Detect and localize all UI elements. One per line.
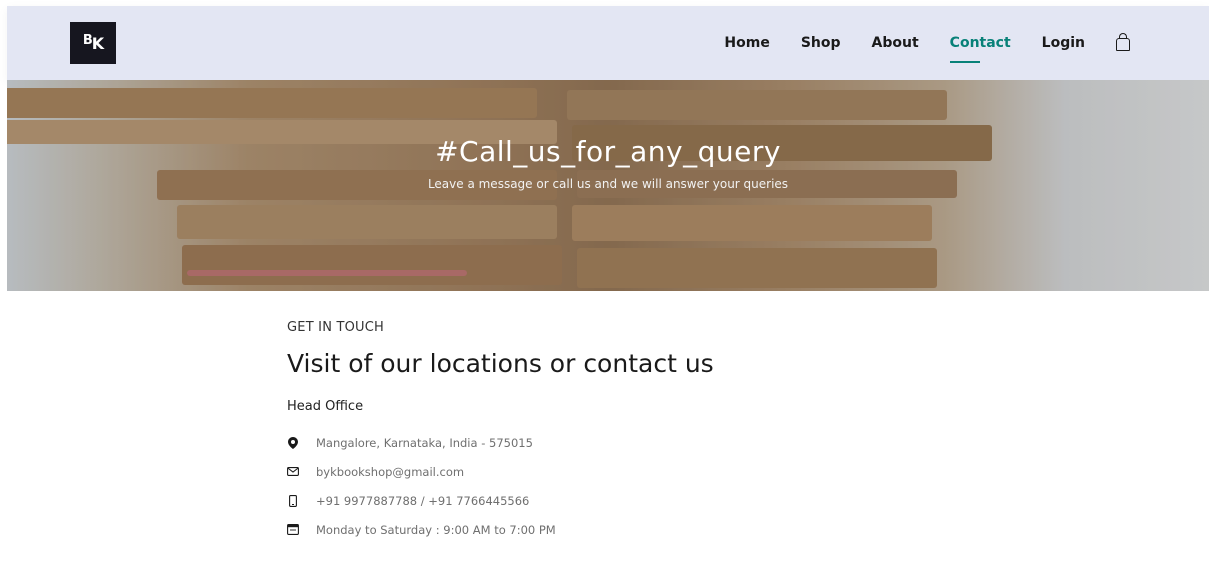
nav-contact[interactable]: Contact bbox=[949, 31, 1011, 63]
nav-home[interactable]: Home bbox=[724, 31, 769, 55]
contact-email: bykbookshop@gmail.com bbox=[287, 457, 714, 486]
shopping-bag-icon[interactable] bbox=[1116, 33, 1130, 51]
logo-letter-k: K bbox=[91, 33, 104, 53]
nav-login[interactable]: Login bbox=[1042, 31, 1085, 55]
phone-icon bbox=[287, 494, 299, 507]
main-nav: Home Shop About Contact Login bbox=[693, 6, 1130, 80]
email-text[interactable]: bykbookshop@gmail.com bbox=[316, 465, 464, 479]
calendar-icon bbox=[287, 524, 299, 536]
contact-info-list: Mangalore, Karnataka, India - 575015 byk… bbox=[287, 428, 714, 544]
nav-shop[interactable]: Shop bbox=[801, 31, 841, 55]
envelope-icon bbox=[287, 466, 299, 478]
contact-hours: Monday to Saturday : 9:00 AM to 7:00 PM bbox=[287, 515, 714, 544]
contact-address: Mangalore, Karnataka, India - 575015 bbox=[287, 428, 714, 457]
contact-heading: Visit of our locations or contact us bbox=[287, 349, 714, 378]
get-in-touch-label: GET IN TOUCH bbox=[287, 320, 384, 335]
hero-text: #Call_us_for_any_query Leave a message o… bbox=[7, 135, 1209, 191]
logo-letter-b: B bbox=[82, 32, 93, 48]
phone-text[interactable]: +91 9977887788 / +91 7766445566 bbox=[316, 494, 529, 508]
location-pin-icon bbox=[287, 436, 299, 449]
address-text: Mangalore, Karnataka, India - 575015 bbox=[316, 435, 533, 450]
contact-details: GET IN TOUCH Visit of our locations or c… bbox=[287, 320, 714, 544]
hero-title: #Call_us_for_any_query bbox=[435, 135, 781, 168]
hero-subtitle: Leave a message or call us and we will a… bbox=[427, 177, 789, 191]
office-label: Head Office bbox=[287, 399, 364, 414]
brand-logo[interactable]: BK bbox=[70, 22, 116, 64]
site-header: BK Home Shop About Contact Login bbox=[7, 6, 1209, 80]
nav-about[interactable]: About bbox=[872, 31, 919, 55]
hours-text: Monday to Saturday : 9:00 AM to 7:00 PM bbox=[316, 522, 556, 537]
hero-banner: #Call_us_for_any_query Leave a message o… bbox=[7, 80, 1209, 291]
contact-phone: +91 9977887788 / +91 7766445566 bbox=[287, 486, 714, 515]
